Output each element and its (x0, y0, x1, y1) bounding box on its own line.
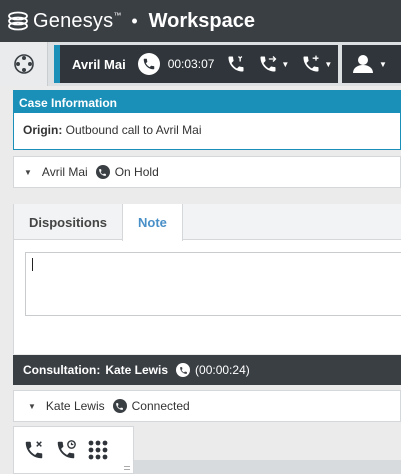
tab-dispositions[interactable]: Dispositions (14, 204, 122, 240)
party-name: Avril Mai (41, 165, 88, 179)
consultation-label: Consultation: (23, 363, 101, 377)
consultation-duration: (00:00:24) (195, 363, 250, 377)
title-bar: Genesys ™ • Workspace (0, 0, 401, 42)
consultation-name: Kate Lewis (105, 363, 169, 377)
left-gutter (0, 86, 13, 474)
agent-status-button[interactable]: ▼ (342, 45, 401, 83)
consult-button[interactable]: ▼ (301, 54, 332, 74)
app-title: Workspace (148, 9, 255, 32)
chevron-down-icon: ▼ (324, 59, 333, 69)
phone-end-icon (228, 56, 244, 72)
status-menu-button[interactable] (0, 42, 48, 86)
call-accent (54, 45, 60, 83)
case-origin-row: Origin: Outbound call to Avril Mai (14, 113, 400, 137)
caller-name: Avril Mai (72, 56, 126, 72)
end-consult-icon (25, 441, 43, 459)
resize-grip-icon[interactable] (124, 466, 130, 470)
brand-name: Genesys (33, 9, 114, 32)
phone-icon (176, 363, 191, 377)
agent-status-icon (353, 55, 373, 73)
end-call-button[interactable] (226, 54, 246, 74)
interaction-panel: Dispositions Note (13, 204, 401, 354)
phone-icon (95, 165, 110, 179)
title-separator: • (131, 10, 138, 31)
tab-strip: Dispositions Note (14, 204, 401, 241)
end-consult-button[interactable] (22, 438, 46, 462)
hold-consult-button[interactable] (54, 438, 78, 462)
phone-transfer-icon (260, 56, 277, 72)
phone-consult-icon (303, 55, 319, 72)
active-call-bar[interactable]: Avril Mai 00:03:07 ▼ ▼ (54, 45, 338, 83)
bottom-strip (134, 460, 401, 474)
dialpad-button[interactable] (86, 438, 110, 462)
party-row[interactable]: ▼ Avril Mai On Hold (13, 156, 401, 188)
toolbar: Avril Mai 00:03:07 ▼ ▼ ▼ (0, 42, 401, 86)
consult-action-bar (13, 426, 134, 474)
origin-label: Origin: (23, 123, 63, 137)
consult-party-state: Connected (131, 399, 190, 413)
origin-value: Outbound call to Avril Mai (65, 123, 202, 137)
consult-party-row[interactable]: ▼ Kate Lewis Connected (13, 390, 401, 422)
case-header: Case Information (14, 91, 400, 113)
caret-down-icon[interactable]: ▼ (24, 168, 32, 177)
call-timer: 00:03:07 (167, 57, 215, 71)
dialpad-icon (88, 440, 108, 460)
tab-note[interactable]: Note (122, 204, 183, 241)
party-state: On Hold (114, 165, 159, 179)
transfer-button[interactable]: ▼ (258, 54, 289, 74)
target-circle-icon (13, 54, 34, 74)
hold-consult-icon (57, 440, 76, 459)
genesys-logo-icon (8, 11, 28, 31)
brand-trademark: ™ (113, 10, 122, 20)
phone-icon (137, 53, 160, 75)
caret-down-icon[interactable]: ▼ (28, 402, 36, 411)
consult-party-name: Kate Lewis (45, 399, 105, 413)
chevron-down-icon: ▼ (379, 59, 387, 69)
phone-icon (112, 399, 127, 413)
note-textarea[interactable] (25, 252, 401, 316)
genesys-logo: Genesys ™ (6, 10, 121, 33)
chevron-down-icon: ▼ (281, 59, 290, 69)
text-cursor (32, 258, 33, 271)
consultation-bar: Consultation: Kate Lewis (00:00:24) (13, 355, 401, 385)
case-information-panel: Case Information Origin: Outbound call t… (13, 90, 401, 150)
